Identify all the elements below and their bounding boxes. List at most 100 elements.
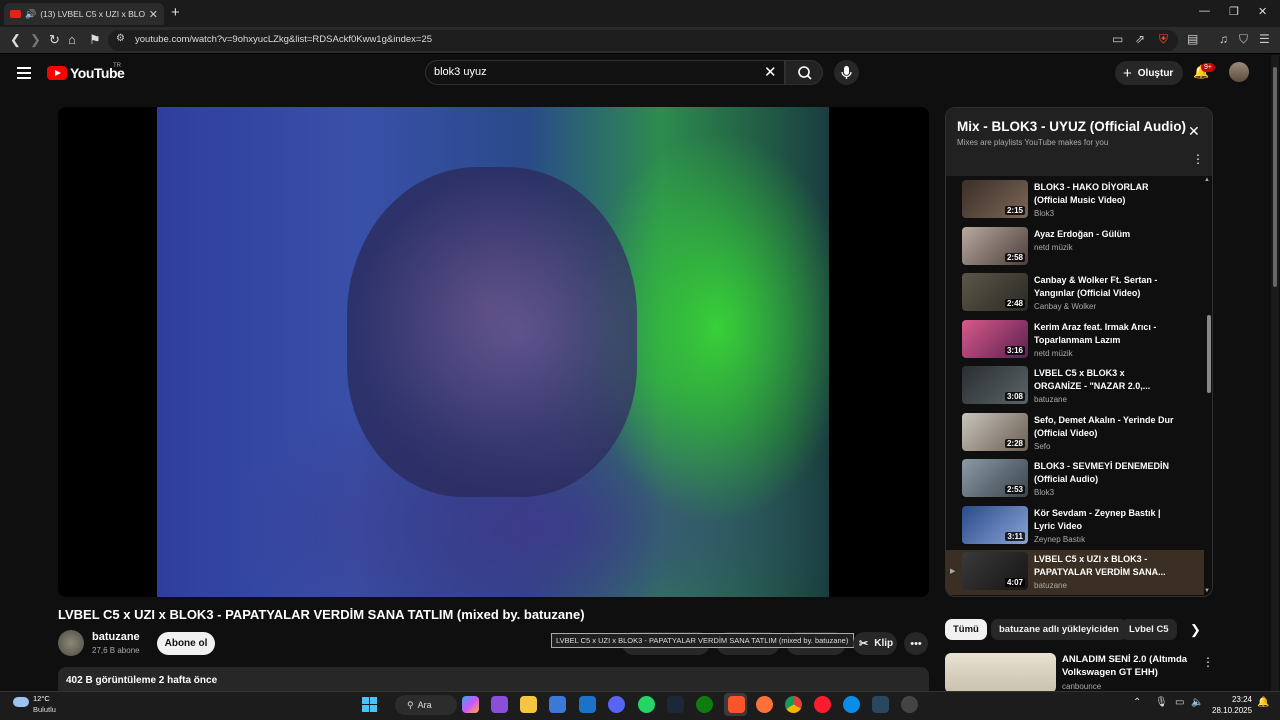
volume-icon[interactable]: 🔈 xyxy=(1191,697,1203,708)
scroll-down-icon[interactable]: ▼ xyxy=(1204,588,1210,594)
window-close-icon[interactable]: ✕ xyxy=(1258,5,1267,18)
chrome-icon[interactable] xyxy=(785,696,802,713)
tray-overflow-icon[interactable]: ⌃ xyxy=(1133,697,1141,708)
chips-next-icon[interactable]: ❯ xyxy=(1190,622,1201,638)
playlist-item-thumbnail[interactable]: 2:58 xyxy=(962,227,1028,265)
notification-center-icon[interactable]: 🔔 xyxy=(1257,697,1269,708)
copilot-icon[interactable] xyxy=(462,696,479,713)
youtube-logo-icon[interactable] xyxy=(47,66,67,80)
cast-icon[interactable]: ▭ xyxy=(1112,32,1123,46)
user-avatar[interactable] xyxy=(1229,62,1249,82)
taskbar-clock[interactable]: 23:24 28.10.2025 xyxy=(1212,694,1252,716)
app-icon[interactable] xyxy=(491,696,508,713)
forward-icon[interactable]: ❯ xyxy=(30,32,41,48)
playlist-item-title[interactable]: Ayaz Erdoğan - Gülüm xyxy=(1034,228,1174,241)
sidebar-icon[interactable]: ▤ xyxy=(1187,32,1198,46)
chip-uploader[interactable]: batuzane adlı yükleyiciden xyxy=(991,619,1127,640)
back-icon[interactable]: ❮ xyxy=(10,32,21,48)
share-icon[interactable]: ⇗ xyxy=(1135,32,1145,46)
playlist-item-thumbnail[interactable]: 2:15 xyxy=(962,180,1028,218)
playlist-item[interactable]: 3:08 LVBEL C5 x BLOK3 x ORGANİZE - "NAZAR… xyxy=(946,364,1204,409)
taskbar-search[interactable]: ⚲ Ara xyxy=(395,695,457,715)
settings-icon[interactable] xyxy=(901,696,918,713)
new-tab-button[interactable]: + xyxy=(171,4,180,21)
store-icon[interactable] xyxy=(549,696,566,713)
firefox-icon[interactable] xyxy=(756,696,773,713)
discord-icon[interactable] xyxy=(608,696,625,713)
minimize-icon[interactable]: — xyxy=(1199,5,1210,17)
subscribe-button[interactable]: Abone ol xyxy=(157,632,215,655)
chip-lvbel[interactable]: Lvbel C5 xyxy=(1121,619,1177,640)
whatsapp-icon[interactable] xyxy=(638,696,655,713)
vpn-icon[interactable]: ⛉ xyxy=(1239,32,1248,47)
file-explorer-icon[interactable] xyxy=(520,696,537,713)
playlist-item-title[interactable]: BLOK3 - HAKO DİYORLAR (Official Music Vi… xyxy=(1034,181,1174,207)
playlist-item-thumbnail[interactable]: 2:53 xyxy=(962,459,1028,497)
opera-icon[interactable] xyxy=(814,696,831,713)
xbox-icon[interactable] xyxy=(696,696,713,713)
playlist-item-title[interactable]: LVBEL C5 x BLOK3 x ORGANİZE - "NAZAR 2.0… xyxy=(1034,367,1174,393)
brave-shield-icon[interactable]: ⛨ xyxy=(1159,32,1168,47)
brave-browser-icon[interactable] xyxy=(728,696,745,713)
page-scrollbar[interactable] xyxy=(1271,55,1279,691)
outlook-icon[interactable] xyxy=(579,696,596,713)
search-button[interactable] xyxy=(785,60,823,85)
voice-search-button[interactable] xyxy=(834,60,859,85)
playlist-item[interactable]: 3:16 Kerim Araz feat. Irmak Arıcı - Topar… xyxy=(946,318,1204,363)
search-query[interactable]: blok3 uyuz xyxy=(434,66,487,78)
network-icon[interactable]: ▭ xyxy=(1175,697,1184,708)
playlist-item[interactable]: 2:58 Ayaz Erdoğan - Gülüm netd müzik xyxy=(946,225,1204,270)
playlist-item-thumbnail[interactable]: 3:11 xyxy=(962,506,1028,544)
recommendation-menu-icon[interactable]: ⋮ xyxy=(1202,655,1214,669)
url-text[interactable]: youtube.com/watch?v=9ohxyucLZkg&list=RDS… xyxy=(135,34,432,45)
playlist-item-thumbnail[interactable]: 3:16 xyxy=(962,320,1028,358)
playlist-item-title[interactable]: Canbay & Wolker Ft. Sertan - Yangınlar (… xyxy=(1034,274,1174,300)
video-player[interactable] xyxy=(58,107,929,597)
playlist-item[interactable]: ▶ 4:07 LVBEL C5 x UZI x BLOK3 - PAPATYALAR… xyxy=(946,550,1204,595)
channel-name[interactable]: batuzane xyxy=(92,631,140,643)
cloud-icon[interactable] xyxy=(13,697,29,707)
clear-search-icon[interactable]: ✕ xyxy=(764,63,777,81)
clip-button[interactable]: ✂ Klip xyxy=(853,632,897,655)
playlist-item[interactable]: 2:15 BLOK3 - HAKO DİYORLAR (Official Musi… xyxy=(946,178,1204,223)
playlist-item[interactable]: 2:53 BLOK3 - SEVMEYİ DENEMEDİN (Official … xyxy=(946,457,1204,502)
playlist-item-thumbnail[interactable]: 2:48 xyxy=(962,273,1028,311)
bookmark-icon[interactable]: ⚑ xyxy=(89,32,101,48)
site-info-icon[interactable]: ⚙ xyxy=(116,33,125,44)
playlist-item-title[interactable]: Kerim Araz feat. Irmak Arıcı - Toparlanm… xyxy=(1034,321,1174,347)
start-button-icon[interactable] xyxy=(362,697,377,712)
weather-condition[interactable]: Bulutlu xyxy=(33,705,56,714)
playlist-item-title[interactable]: Sefo, Demet Akalın - Yerinde Dur (Offici… xyxy=(1034,414,1174,440)
maximize-icon[interactable]: ❐ xyxy=(1229,5,1239,18)
recommendation-channel[interactable]: canbounce xyxy=(1062,682,1101,691)
more-actions-icon[interactable]: ••• xyxy=(904,632,928,655)
media-icon[interactable]: ♫ xyxy=(1219,32,1228,46)
create-button[interactable]: + Oluştur xyxy=(1115,61,1183,85)
playlist-item[interactable]: 2:48 Canbay & Wolker Ft. Sertan - Yangınl… xyxy=(946,271,1204,316)
playlist-item[interactable]: 2:28 Sefo, Demet Akalın - Yerinde Dur (Of… xyxy=(946,411,1204,456)
chip-all[interactable]: Tümü xyxy=(945,619,987,640)
recommendation-title[interactable]: ANLADIM SENİ 2.0 (Altımda Volkswagen GT … xyxy=(1062,653,1192,679)
hamburger-menu-icon[interactable] xyxy=(17,67,31,82)
playlist-menu-icon[interactable]: ⋮ xyxy=(1192,152,1204,166)
microphone-tray-icon[interactable]: 🎙 xyxy=(1155,697,1168,708)
browser-tab[interactable]: 🔊 (13) LVBEL C5 x UZI x BLOK3 ✕ xyxy=(4,3,164,25)
playlist-close-icon[interactable]: ✕ xyxy=(1188,123,1200,140)
playlist-item-title[interactable]: BLOK3 - SEVMEYİ DENEMEDİN (Official Audi… xyxy=(1034,460,1174,486)
playlist-title[interactable]: Mix - BLOK3 - UYUZ (Official Audio) xyxy=(957,119,1186,134)
channel-avatar[interactable] xyxy=(58,630,84,656)
home-icon[interactable]: ⌂ xyxy=(68,32,76,47)
playlist-scrollbar[interactable] xyxy=(1207,315,1211,393)
playlist-item-thumbnail[interactable]: 3:08 xyxy=(962,366,1028,404)
tab-close-icon[interactable]: ✕ xyxy=(149,8,158,21)
steam-icon-2[interactable] xyxy=(872,696,889,713)
playlist-item[interactable]: 3:11 Kör Sevdam - Zeynep Bastık | Lyric V… xyxy=(946,504,1204,549)
steam-icon[interactable] xyxy=(667,696,684,713)
recommendation-thumbnail[interactable] xyxy=(945,653,1056,693)
audio-playing-icon[interactable]: 🔊 xyxy=(25,9,36,20)
reload-icon[interactable]: ↻ xyxy=(49,32,60,48)
menu-icon[interactable]: ☰ xyxy=(1259,32,1270,46)
scroll-up-icon[interactable]: ▲ xyxy=(1204,177,1210,183)
playlist-item-thumbnail[interactable]: 2:28 xyxy=(962,413,1028,451)
playlist-item-title[interactable]: Kör Sevdam - Zeynep Bastık | Lyric Video xyxy=(1034,507,1174,533)
